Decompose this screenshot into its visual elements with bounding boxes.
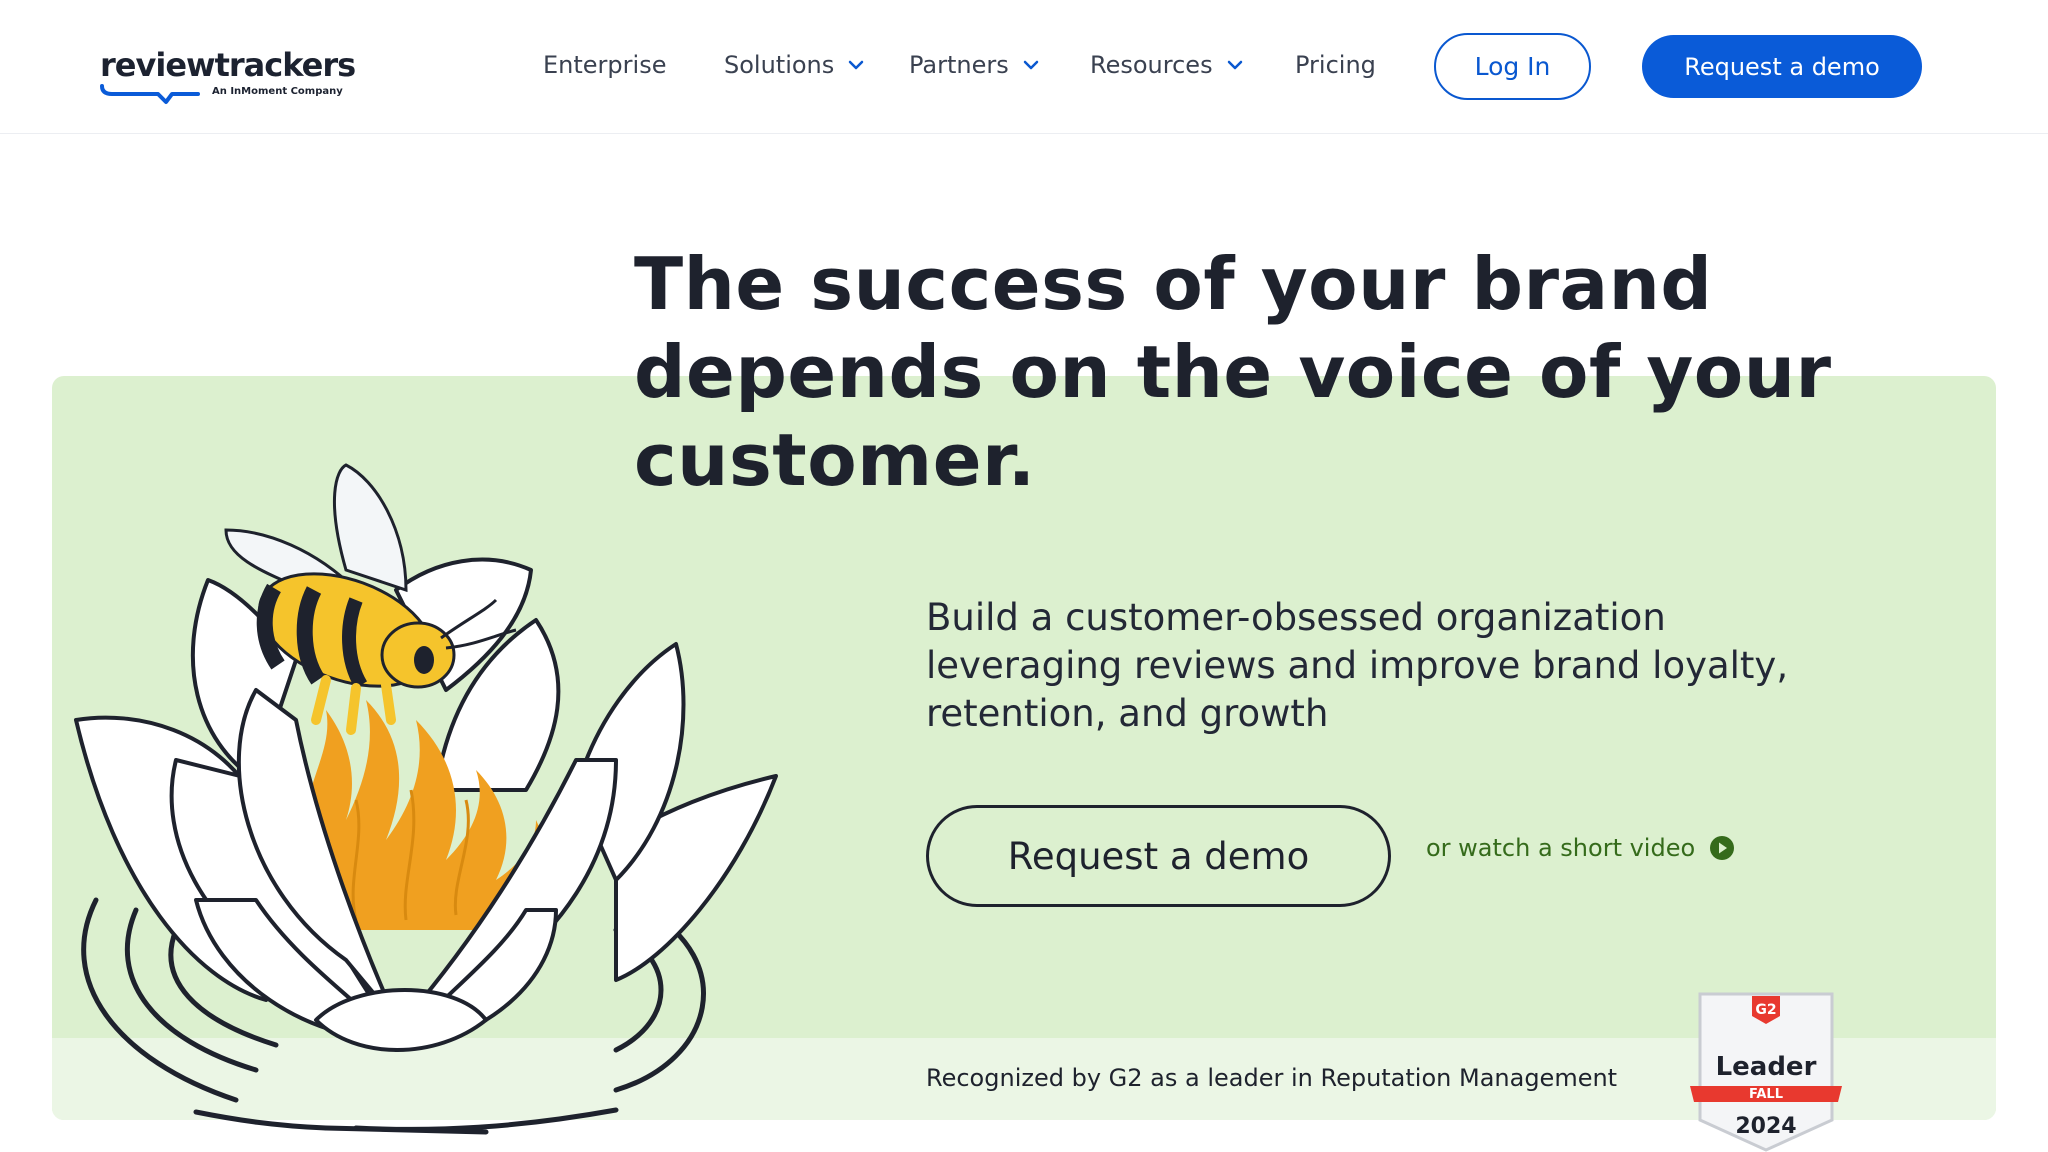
lily-bee-illustration [74,463,778,1135]
reviewtrackers-logo[interactable]: reviewtrackers An InMoment Company [100,46,356,110]
chevron-down-icon [1227,60,1242,70]
badge-season: FALL [1748,1087,1784,1102]
headline-line: customer. [634,418,1036,502]
logo-swoosh-icon [100,84,200,104]
g2-logo-text: G2 [1755,1002,1776,1018]
site-header: reviewtrackers An InMoment Company Enter… [0,0,2048,134]
hero-request-demo-button[interactable]: Request a demo [926,805,1391,907]
subcopy-line: retention, and growth [926,692,1329,735]
nav-enterprise[interactable]: Enterprise [543,48,666,82]
g2-leader-badge: G2 Leader FALL 2024 [1690,990,1842,1152]
play-icon [1710,836,1735,860]
nav-resources[interactable]: Resources [1090,48,1243,82]
subcopy-line: leveraging reviews and improve brand loy… [926,644,1789,687]
hero-subcopy: Build a customer-obsessed organization l… [926,594,1826,738]
login-button[interactable]: Log In [1434,33,1591,100]
nav-solutions[interactable]: Solutions [724,48,864,82]
nav-pricing[interactable]: Pricing [1295,48,1376,82]
nav-label: Pricing [1295,51,1376,79]
nav-label: Solutions [724,51,835,79]
subcopy-line: Build a customer-obsessed organization [926,596,1666,639]
badge-year: 2024 [1735,1114,1797,1139]
recognition-text: Recognized by G2 as a leader in Reputati… [926,1064,1618,1092]
nav-label: Partners [909,51,1009,79]
logo-wordmark: reviewtrackers [100,46,356,84]
headline-line: depends on the voice of your [634,330,1832,414]
nav-partners[interactable]: Partners [909,48,1039,82]
watch-video-label: or watch a short video [1426,834,1696,862]
hero-headline: The success of your brand depends on the… [634,240,1934,504]
headline-line: The success of your brand [634,242,1713,326]
nav-label: Enterprise [543,51,667,79]
nav-label: Resources [1090,51,1213,79]
header-request-demo-button[interactable]: Request a demo [1642,35,1922,98]
watch-video-link[interactable]: or watch a short video [1426,834,1735,862]
chevron-down-icon [849,60,864,70]
logo-subtext: An InMoment Company [212,86,343,97]
chevron-down-icon [1023,60,1038,70]
badge-title: Leader [1715,1052,1817,1082]
